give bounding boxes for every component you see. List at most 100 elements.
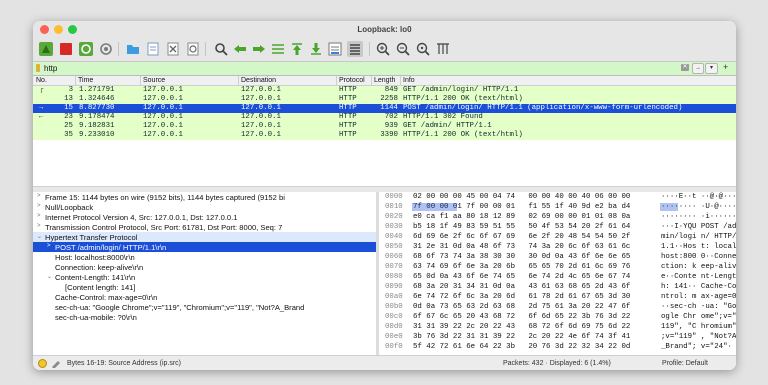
hex-offset: 0090 (385, 283, 403, 291)
resize-columns-icon[interactable] (435, 41, 451, 57)
collapse-chevron-icon[interactable]: ⌄ (37, 233, 42, 240)
go-to-packet-icon[interactable] (270, 41, 286, 57)
column-info[interactable]: Info (403, 77, 415, 84)
hex-ascii: ····E··t ··@·@··· (661, 193, 736, 201)
details-tree-item[interactable]: [Content length: 141] (33, 282, 376, 292)
details-tree-item[interactable]: sec-ch-ua: "Google Chrome";v="119", "Chr… (33, 302, 376, 312)
packet-list-header: No. Time Source Destination Protocol Len… (33, 76, 736, 86)
packet-row-selected[interactable]: → 15 8.827730 127.0.0.1 127.0.0.1 HTTP 1… (33, 104, 736, 113)
column-protocol[interactable]: Protocol (339, 77, 365, 84)
apply-filter-icon[interactable]: → (692, 63, 704, 74)
hex-offset: 0050 (385, 243, 403, 251)
details-tree-item[interactable]: > Frame 15: 1144 bytes on wire (9152 bits… (33, 192, 376, 202)
packet-source: 127.0.0.1 (143, 95, 183, 103)
packet-source: 127.0.0.1 (143, 113, 183, 121)
details-tree-item[interactable]: Connection: keep-alive\r\n (33, 262, 376, 272)
details-tree-item[interactable]: > Internet Protocol Version 4, Src: 127.0… (33, 212, 376, 222)
clear-filter-icon[interactable]: ✕ (681, 64, 689, 71)
packet-info: POST /admin/login/ HTTP/1.1 (application… (403, 104, 683, 112)
hex-bytes: 63 74 69 6f 6e 3a 20 6b 65 65 70 2d 61 6… (413, 263, 631, 271)
packet-row[interactable]: 35 9.233010 127.0.0.1 127.0.0.1 HTTP 339… (33, 131, 736, 140)
hex-ascii: e··Conte nt-Lengt (661, 273, 736, 281)
expand-chevron-icon[interactable]: > (37, 203, 41, 209)
column-source[interactable]: Source (143, 77, 165, 84)
packet-protocol: HTTP (339, 113, 357, 121)
packet-destination: 127.0.0.1 (241, 131, 281, 139)
packet-time: 8.827730 (79, 104, 115, 112)
packet-info: GET /admin/ HTTP/1.1 (403, 122, 492, 130)
packet-protocol: HTTP (339, 86, 357, 94)
display-filter-bar[interactable]: http ✕ → ▾ + (33, 62, 736, 76)
column-time[interactable]: Time (78, 77, 93, 84)
packet-no: 13 (64, 95, 73, 103)
details-tree-item[interactable]: ⌄ Hypertext Transfer Protocol (33, 232, 376, 242)
packet-source: 127.0.0.1 (143, 86, 183, 94)
packet-row[interactable]: 25 9.182831 127.0.0.1 127.0.0.1 HTTP 939… (33, 122, 736, 131)
hex-bytes: 68 3a 20 31 34 31 0d 0a 43 61 63 68 65 2… (413, 283, 631, 291)
zoom-normal-icon[interactable] (415, 41, 431, 57)
add-filter-button-icon[interactable]: + (723, 62, 728, 72)
autoscroll-icon[interactable] (327, 41, 343, 57)
close-file-icon[interactable] (165, 41, 181, 57)
column-destination[interactable]: Destination (241, 77, 276, 84)
expand-chevron-icon[interactable]: > (37, 213, 41, 219)
display-filter-input[interactable]: http (44, 64, 57, 73)
stop-icon[interactable] (58, 41, 74, 57)
zoom-in-icon[interactable] (375, 41, 391, 57)
hex-bytes: b5 18 1f 49 83 59 51 55 50 4f 53 54 20 2… (413, 223, 631, 231)
expand-chevron-icon[interactable]: > (47, 243, 51, 249)
packet-no: 15 (64, 104, 73, 112)
details-tree-item[interactable]: > Null/Loopback (33, 202, 376, 212)
go-last-icon[interactable] (308, 41, 324, 57)
hex-bytes: 68 6f 73 74 3a 38 30 30 30 0d 0a 43 6f 6… (413, 253, 631, 261)
column-no[interactable]: No. (36, 77, 47, 84)
bookmark-icon[interactable] (36, 64, 40, 72)
options-gear-icon[interactable] (98, 41, 114, 57)
filter-history-dropdown-icon[interactable]: ▾ (705, 63, 718, 74)
hex-bytes: e0 ca f1 aa 80 18 12 89 02 69 00 00 01 0… (413, 213, 631, 221)
packet-row[interactable]: ← 23 9.178474 127.0.0.1 127.0.0.1 HTTP 7… (33, 113, 736, 122)
collapse-chevron-icon[interactable]: ⌄ (47, 273, 52, 280)
expand-chevron-icon[interactable]: > (37, 223, 41, 229)
packet-row[interactable]: 13 1.324646 127.0.0.1 127.0.0.1 HTTP 225… (33, 95, 736, 104)
details-tree-item[interactable]: Cache-Control: max-age=0\r\n (33, 292, 376, 302)
packet-destination: 127.0.0.1 (241, 104, 281, 112)
details-tree-item[interactable]: > POST /admin/login/ HTTP/1.1\r\n (33, 242, 376, 252)
packet-row[interactable]: ┌ 3 1.271791 127.0.0.1 127.0.0.1 HTTP 84… (33, 86, 736, 95)
shark-fin-start-icon[interactable] (38, 41, 54, 57)
details-tree-item[interactable]: sec-ch-ua-mobile: ?0\r\n (33, 312, 376, 322)
packet-protocol: HTTP (339, 104, 357, 112)
details-tree-item[interactable]: > Transmission Control Protocol, Src Port… (33, 222, 376, 232)
packet-time: 9.182831 (79, 122, 115, 130)
packet-info: HTTP/1.1 302 Found (403, 113, 483, 121)
open-folder-icon[interactable] (125, 41, 141, 57)
packet-time: 9.233010 (79, 131, 115, 139)
hex-offset: 0070 (385, 263, 403, 271)
details-tree-item[interactable]: ⌄ Content-Length: 141\r\n (33, 272, 376, 282)
go-forward-icon[interactable] (251, 41, 267, 57)
title-bar: Loopback: lo0 (33, 21, 736, 38)
status-profile[interactable]: Profile: Default (662, 360, 708, 367)
reload-icon[interactable] (185, 41, 201, 57)
hex-ascii: ogle Chr ome";v=" (661, 313, 736, 321)
zoom-out-icon[interactable] (395, 41, 411, 57)
column-length[interactable]: Length (374, 77, 395, 84)
colorize-icon[interactable] (347, 41, 363, 57)
restart-icon[interactable] (78, 41, 94, 57)
go-back-icon[interactable] (232, 41, 248, 57)
expand-chevron-icon[interactable]: > (37, 193, 41, 199)
hex-ascii: ntrol: m ax-age=0 (661, 293, 736, 301)
save-file-icon[interactable] (145, 41, 161, 57)
packet-destination: 127.0.0.1 (241, 95, 281, 103)
find-icon[interactable] (213, 41, 229, 57)
hex-bytes: 31 2e 31 0d 0a 48 6f 73 74 3a 20 6c 6f 6… (413, 243, 631, 251)
edit-comment-icon[interactable] (51, 359, 61, 368)
go-first-icon[interactable] (289, 41, 305, 57)
details-tree-item[interactable]: Host: localhost:8000\r\n (33, 252, 376, 262)
packet-protocol: HTTP (339, 122, 357, 130)
expert-info-icon[interactable] (38, 359, 47, 368)
packet-destination: 127.0.0.1 (241, 122, 281, 130)
packet-protocol: HTTP (339, 95, 357, 103)
packet-info: HTTP/1.1 200 OK (text/html) (403, 95, 523, 103)
hex-ascii: h: 141·· Cache-Co (661, 283, 736, 291)
